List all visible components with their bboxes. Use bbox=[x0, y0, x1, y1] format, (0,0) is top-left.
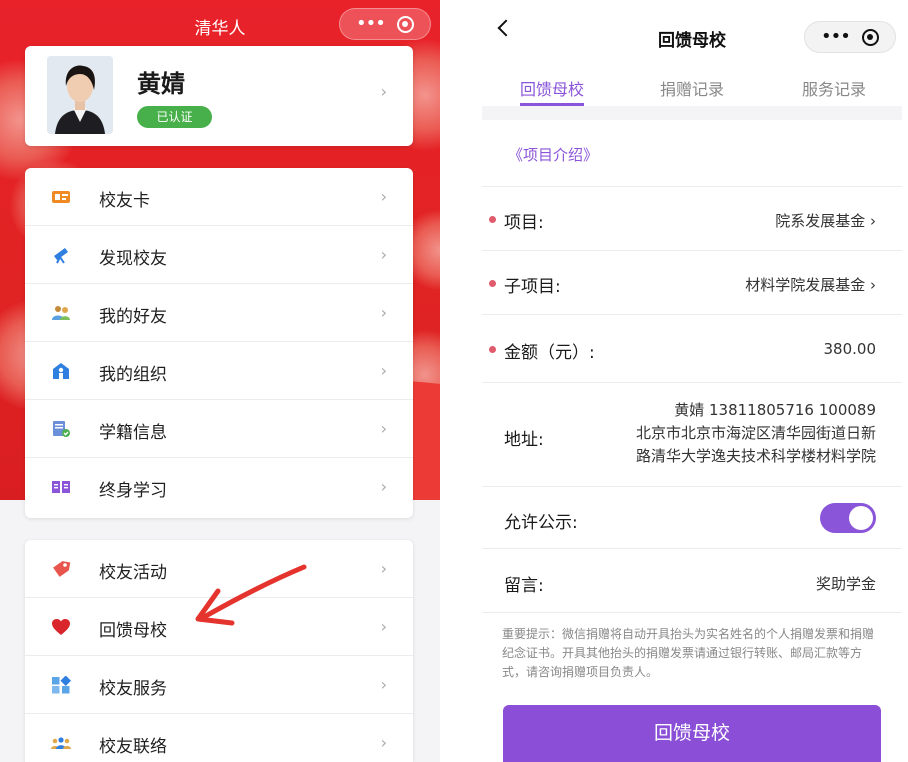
address-line: 黄婧 13811805716 100089 bbox=[674, 401, 876, 419]
telescope-icon bbox=[54, 248, 68, 264]
tab-give-back[interactable]: 回馈母校 bbox=[520, 76, 584, 100]
more-options-icon[interactable]: ••• bbox=[356, 15, 386, 33]
menu-item-label: 学籍信息 bbox=[99, 423, 167, 443]
close-target-icon[interactable] bbox=[396, 15, 414, 33]
tag-icon bbox=[53, 561, 71, 577]
give-back-submit-button[interactable]: 回馈母校 bbox=[503, 705, 881, 762]
menu-item-alumni-contact[interactable]: 校友联络 › bbox=[25, 714, 413, 762]
chevron-right-icon: › bbox=[380, 245, 387, 264]
menu-item-label: 我的组织 bbox=[99, 365, 167, 385]
amount-input[interactable]: 380.00 bbox=[824, 340, 877, 358]
field-label: 允许公示: bbox=[504, 513, 578, 533]
mini-program-capsule: ••• bbox=[804, 21, 896, 53]
message-input[interactable]: 奖助学金 bbox=[816, 573, 876, 594]
menu-item-label: 发现校友 bbox=[99, 249, 167, 269]
menu-item-label: 校友活动 bbox=[99, 563, 167, 583]
allow-public-field: 允许公示: bbox=[482, 486, 902, 548]
organization-icon bbox=[53, 363, 69, 379]
tab-bar: 回馈母校 捐赠记录 服务记录 bbox=[482, 70, 902, 106]
profile-card[interactable]: 黄婧 已认证 › bbox=[25, 46, 413, 146]
field-label: 地址: bbox=[504, 430, 544, 450]
required-dot-icon bbox=[489, 280, 496, 287]
friends-icon bbox=[52, 306, 70, 320]
amount-field[interactable]: 金额（元）: 380.00 bbox=[482, 314, 902, 382]
project-select[interactable]: 院系发展基金 › bbox=[775, 210, 876, 231]
chevron-right-icon: › bbox=[380, 303, 387, 322]
address-line: 北京市北京市海淀区清华园街道日新 bbox=[635, 424, 876, 442]
tab-service-records[interactable]: 服务记录 bbox=[802, 76, 866, 100]
chevron-right-icon: › bbox=[380, 361, 387, 380]
chevron-right-icon: › bbox=[380, 477, 387, 496]
chevron-right-icon: › bbox=[380, 187, 387, 206]
chevron-right-icon: › bbox=[380, 617, 387, 636]
menu-item-alumni-card[interactable]: 校友卡 › bbox=[25, 168, 413, 226]
right-screen: 回馈母校 ••• 回馈母校 捐赠记录 服务记录 《项目介绍》 项目: 院系发展基… bbox=[482, 0, 902, 762]
avatar bbox=[47, 56, 113, 134]
allow-public-toggle[interactable] bbox=[820, 503, 876, 533]
required-dot-icon bbox=[489, 216, 496, 223]
field-label: 金额（元）: bbox=[504, 343, 595, 363]
project-field[interactable]: 项目: 院系发展基金 › bbox=[482, 186, 902, 250]
close-target-icon[interactable] bbox=[861, 28, 879, 46]
menu-item-label: 校友服务 bbox=[99, 679, 167, 699]
menu-item-my-friends[interactable]: 我的好友 › bbox=[25, 284, 413, 342]
address-field[interactable]: 地址: 黄婧 13811805716 100089 北京市北京市海淀区清华园街道… bbox=[482, 382, 902, 486]
chevron-right-icon: › bbox=[380, 419, 387, 438]
student-record-icon bbox=[53, 421, 70, 437]
field-label: 留言: bbox=[504, 576, 544, 596]
group-icon bbox=[51, 737, 71, 749]
chevron-right-icon: › bbox=[380, 559, 387, 578]
menu-group-primary: 校友卡 › 发现校友 › 我的好友 › 我的组织 › 学籍信息 › 终身学习 › bbox=[25, 168, 413, 518]
menu-item-student-records[interactable]: 学籍信息 › bbox=[25, 400, 413, 458]
important-notice: 重要提示：微信捐赠将自动开具抬头为实名姓名的个人捐赠发票和捐赠纪念证书。开具其他… bbox=[502, 627, 875, 679]
card-icon bbox=[52, 191, 70, 203]
menu-item-lifelong-learning[interactable]: 终身学习 › bbox=[25, 458, 413, 516]
sub-project-select[interactable]: 材料学院发展基金 › bbox=[745, 274, 876, 295]
annotation-arrow-icon bbox=[195, 564, 307, 626]
grid-icon bbox=[52, 676, 71, 694]
menu-item-alumni-services[interactable]: 校友服务 › bbox=[25, 656, 413, 714]
message-field[interactable]: 留言: 奖助学金 bbox=[482, 548, 902, 612]
left-screen: 清华人 ••• 黄婧 已认证 › 校友卡 › 发现校友 › 我的好友 › 我的组… bbox=[0, 0, 440, 762]
menu-item-label: 回馈母校 bbox=[99, 621, 167, 641]
more-options-icon[interactable]: ••• bbox=[821, 28, 851, 46]
profile-name: 黄婧 bbox=[137, 70, 185, 98]
book-icon bbox=[52, 481, 70, 493]
menu-item-label: 校友联络 bbox=[99, 737, 167, 757]
menu-item-my-organization[interactable]: 我的组织 › bbox=[25, 342, 413, 400]
menu-item-label: 校友卡 bbox=[99, 191, 150, 211]
menu-item-label: 终身学习 bbox=[99, 481, 167, 501]
section-divider bbox=[482, 106, 902, 120]
heart-icon bbox=[52, 619, 70, 635]
menu-item-discover-alumni[interactable]: 发现校友 › bbox=[25, 226, 413, 284]
address-value[interactable]: 黄婧 13811805716 100089 北京市北京市海淀区清华园街道日新 路… bbox=[636, 399, 876, 468]
field-label: 项目: bbox=[504, 213, 544, 233]
chevron-right-icon: › bbox=[380, 82, 387, 101]
address-line: 路清华大学逸夫技术科学楼材料学院 bbox=[635, 447, 876, 465]
chevron-right-icon: › bbox=[380, 733, 387, 752]
notice-section: 重要提示：微信捐赠将自动开具抬头为实名姓名的个人捐赠发票和捐赠纪念证书。开具其他… bbox=[482, 612, 902, 692]
tab-donation-records[interactable]: 捐赠记录 bbox=[660, 76, 724, 100]
verified-badge: 已认证 bbox=[137, 106, 212, 128]
chevron-right-icon: › bbox=[380, 675, 387, 694]
field-label: 子项目: bbox=[504, 277, 561, 297]
sub-project-field[interactable]: 子项目: 材料学院发展基金 › bbox=[482, 250, 902, 314]
menu-item-label: 我的好友 bbox=[99, 307, 167, 327]
project-intro-link[interactable]: 《项目介绍》 bbox=[508, 144, 598, 165]
mini-program-capsule: ••• bbox=[339, 8, 431, 40]
required-dot-icon bbox=[489, 346, 496, 353]
